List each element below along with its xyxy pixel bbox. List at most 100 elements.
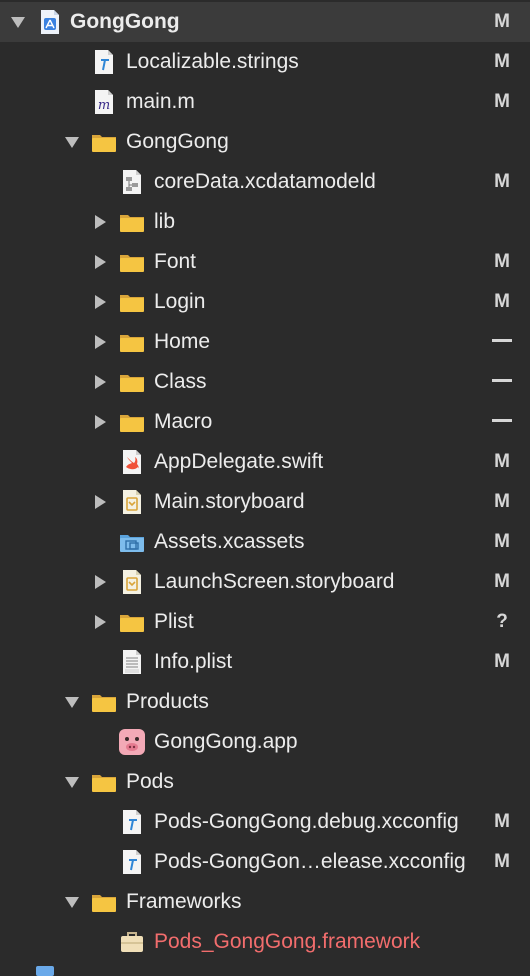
navigator-row-label: LaunchScreen.storyboard [154,570,395,593]
scm-status-modified-badge: M [494,811,510,832]
disclosure-collapsed-icon[interactable] [90,612,110,632]
navigator-row-label: Pods-GongGong.debug.xcconfig [154,810,459,833]
navigator-row[interactable]: Products [0,682,530,722]
navigator-row[interactable]: Pods-GongGong.debug.xcconfig M [0,802,530,842]
navigator-row-label: Frameworks [126,890,242,913]
plist-file-icon [118,648,146,676]
asset-catalog-icon [118,528,146,556]
navigator-row[interactable]: Main.storyboard M [0,482,530,522]
navigator-row[interactable]: Frameworks [0,882,530,922]
navigator-row-label: lib [154,210,176,233]
navigator-row[interactable]: coreData.xcdatamodeld M [0,162,530,202]
navigator-row[interactable]: GongGong [0,122,530,162]
xcconfig-file-icon [118,848,146,876]
svg-text:m: m [98,98,110,113]
scm-status-added-badge: — [490,410,514,434]
navigator-row[interactable]: GongGong M [0,2,530,42]
navigator-row-label: Plist [154,610,194,633]
disclosure-expanded-icon[interactable] [8,12,28,32]
disclosure-collapsed-icon[interactable] [90,372,110,392]
folder-icon [90,768,118,796]
folder-icon [90,688,118,716]
objc-source-file-icon: m [90,88,118,116]
navigator-row[interactable]: Macro — [0,402,530,442]
navigator-row-label: Pods-GongGon…elease.xcconfig [154,850,466,873]
navigator-row-label: Class [154,370,207,393]
navigator-row-label: GongGong [126,130,229,153]
navigator-row[interactable]: GongGong.app [0,722,530,762]
navigator-row[interactable]: Home — [0,322,530,362]
navigator-row-label: Pods [126,770,174,793]
navigator-row[interactable]: Font M [0,242,530,282]
folder-icon [118,368,146,396]
app-pig-icon [118,728,146,756]
navigator-row[interactable]: AppDelegate.swift M [0,442,530,482]
scm-status-modified-badge: M [494,251,510,272]
navigator-row[interactable]: Info.plist M [0,642,530,682]
navigator-row[interactable]: Pods [0,762,530,802]
disclosure-collapsed-icon[interactable] [90,252,110,272]
framework-toolbox-icon [118,928,146,956]
navigator-row-label: Main.storyboard [154,490,305,513]
storyboard-icon [118,488,146,516]
folder-icon [118,608,146,636]
disclosure-collapsed-icon[interactable] [90,332,110,352]
navigator-row[interactable]: Pods-GongGon…elease.xcconfig M [0,842,530,882]
scm-status-modified-badge: M [494,451,510,472]
disclosure-expanded-icon[interactable] [62,692,82,712]
partially-visible-row-icon [36,966,54,976]
disclosure-expanded-icon[interactable] [62,892,82,912]
navigator-row[interactable]: Pods_GongGong.framework [0,922,530,962]
scm-status-added-badge: — [490,370,514,394]
dash-icon [492,419,512,422]
navigator-row-label: coreData.xcdatamodeld [154,170,376,193]
navigator-row-label: Assets.xcassets [154,530,305,553]
disclosure-expanded-icon[interactable] [62,772,82,792]
folder-icon [90,128,118,156]
navigator-row[interactable]: Login M [0,282,530,322]
dash-icon [492,339,512,342]
scm-status-modified-badge: M [494,491,510,512]
folder-icon [118,248,146,276]
navigator-row[interactable]: LaunchScreen.storyboard M [0,562,530,602]
navigator-row[interactable]: Class — [0,362,530,402]
swift-file-icon [118,448,146,476]
navigator-row-label: Pods_GongGong.framework [154,930,421,953]
xcconfig-file-icon [118,808,146,836]
disclosure-collapsed-icon[interactable] [90,492,110,512]
navigator-row[interactable]: Plist? [0,602,530,642]
folder-icon [118,408,146,436]
folder-icon [118,328,146,356]
navigator-row-label: AppDelegate.swift [154,450,324,473]
dash-icon [492,379,512,382]
navigator-row-label: Login [154,290,206,313]
scm-status-modified-badge: M [494,51,510,72]
navigator-row[interactable]: Localizable.strings M [0,42,530,82]
disclosure-collapsed-icon[interactable] [90,412,110,432]
xcode-project-icon [36,8,64,36]
scm-status-modified-badge: M [494,171,510,192]
navigator-row-label: Macro [154,410,213,433]
strings-file-icon [90,48,118,76]
navigator-row[interactable]: Assets.xcassets M [0,522,530,562]
disclosure-expanded-icon[interactable] [62,132,82,152]
folder-icon [118,208,146,236]
navigator-row-label: Localizable.strings [126,50,299,73]
navigator-row-label: Home [154,330,211,353]
scm-status-added-badge: — [490,330,514,354]
navigator-row-label: main.m [126,90,195,113]
storyboard-icon [118,568,146,596]
scm-status-modified-badge: M [494,531,510,552]
scm-status-modified-badge: M [494,91,510,112]
coredata-model-icon [118,168,146,196]
disclosure-collapsed-icon[interactable] [90,292,110,312]
navigator-row-label: GongGong [70,10,180,33]
navigator-row-label: Info.plist [154,650,233,673]
navigator-row-label: Font [154,250,197,273]
disclosure-collapsed-icon[interactable] [90,572,110,592]
disclosure-collapsed-icon[interactable] [90,212,110,232]
navigator-row[interactable]: m main.m M [0,82,530,122]
navigator-row[interactable]: lib [0,202,530,242]
navigator-row-label: Products [126,690,209,713]
scm-status-modified-badge: M [494,651,510,672]
